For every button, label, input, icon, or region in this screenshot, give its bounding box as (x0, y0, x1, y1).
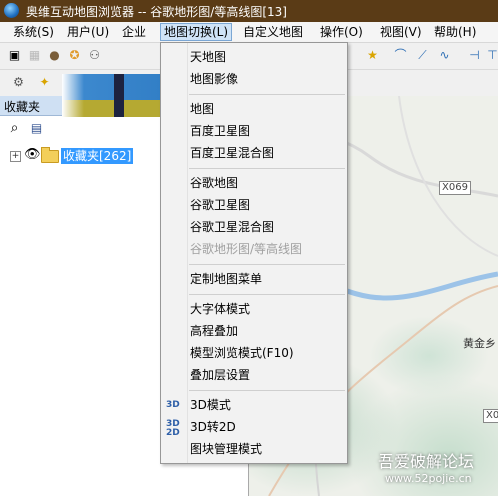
favorite-icon[interactable]: ✪ (66, 47, 83, 64)
organize-icon[interactable]: ▤ (28, 120, 45, 137)
curve-icon[interactable]: ∿ (436, 47, 453, 64)
window-title: 奥维互动地图浏览器 -- 谷歌地形图/等高线图[13] (26, 5, 287, 19)
menu-item-google-satellite[interactable]: 谷歌卫星图 (190, 195, 250, 215)
group-icon[interactable]: ⚇ (86, 47, 103, 64)
favorites-panel-title: 收藏夹 (4, 100, 41, 114)
disabled-tool-icon[interactable]: ▦ (26, 47, 43, 64)
favorites-tree-label[interactable]: 收藏夹[262] (61, 148, 134, 164)
watermark-url: www.52pojie.cn (385, 472, 472, 485)
settings-gear-icon[interactable]: ⚙ (10, 74, 27, 91)
menu-item-tianditu[interactable]: 天地图 (190, 47, 226, 67)
road-label-x069: X069 (439, 181, 471, 195)
menu-item-google-hybrid[interactable]: 谷歌卫星混合图 (190, 217, 274, 237)
place-label: 黄金乡 (463, 337, 496, 350)
tree-expand-icon[interactable]: + (10, 151, 21, 162)
title-bar: 奥维互动地图浏览器 -- 谷歌地形图/等高线图[13] (0, 0, 498, 22)
watermark-title: 吾爱破解论坛 (378, 452, 475, 471)
menu-item-baidu-hybrid[interactable]: 百度卫星混合图 (190, 143, 274, 163)
menu-item-3d-mode[interactable]: 3D模式 (190, 395, 231, 415)
overlay-banner-fade (62, 74, 84, 117)
menu-help[interactable]: 帮助(H) (431, 24, 479, 40)
menu-map-switch[interactable]: 地图切换(L) (160, 23, 233, 41)
marker-tool-icon[interactable]: ✦ (36, 74, 53, 91)
search-icon[interactable]: ⌕ (6, 120, 23, 137)
toolbar-more-icon[interactable]: ⊤ (484, 47, 498, 64)
polyline-icon[interactable]: ⌒ (392, 47, 409, 64)
user-icon[interactable]: ● (46, 47, 63, 64)
path-icon[interactable]: ⟋ (414, 47, 431, 64)
menu-item-tianditu-imagery[interactable]: 地图影像 (190, 69, 238, 89)
menu-custom-map[interactable]: 自定义地图 (240, 24, 306, 40)
3d-to-2d-icon-bottom: 2D (166, 428, 180, 438)
menu-item-custom-map-menu[interactable]: 定制地图菜单 (190, 269, 262, 289)
menu-item-model-browse[interactable]: 模型浏览模式(F10) (190, 343, 294, 363)
menu-separator (189, 294, 345, 295)
menu-view[interactable]: 视图(V) (377, 24, 425, 40)
menu-separator (189, 390, 345, 391)
menu-item-tile-manager[interactable]: 图块管理模式 (190, 439, 262, 459)
menu-bar: 系统(S) 用户(U) 企业 地图切换(L) 自定义地图 操作(O) 视图(V)… (0, 22, 498, 43)
menu-item-google-map[interactable]: 谷歌地图 (190, 173, 238, 193)
menu-item-large-font[interactable]: 大字体模式 (190, 299, 250, 319)
3d-mode-icon: 3D (166, 400, 180, 410)
map-switch-dropdown: 天地图 地图影像 地图 百度卫星图 百度卫星混合图 谷歌地图 谷歌卫星图 谷歌卫… (160, 42, 348, 464)
menu-separator (189, 94, 345, 95)
menu-separator (189, 264, 345, 265)
menu-operation[interactable]: 操作(O) (317, 24, 366, 40)
measure-icon[interactable]: ⊣ (466, 47, 483, 64)
menu-item-elevation-overlay[interactable]: 高程叠加 (190, 321, 238, 341)
menu-item-baidu-map[interactable]: 地图 (190, 99, 214, 119)
menu-item-overlay-settings[interactable]: 叠加层设置 (190, 365, 250, 385)
road-label-x0: X0 (483, 409, 498, 423)
overlay-banner-divider (114, 74, 124, 117)
save-icon[interactable]: ▣ (6, 47, 23, 64)
menu-item-baidu-satellite[interactable]: 百度卫星图 (190, 121, 250, 141)
menu-enterprise[interactable]: 企业 (119, 24, 149, 40)
menu-system[interactable]: 系统(S) (10, 24, 57, 40)
menu-item-3d-to-2d[interactable]: 3D转2D (190, 417, 236, 437)
menu-separator (189, 168, 345, 169)
folder-icon (41, 147, 59, 163)
app-logo-icon (4, 3, 19, 18)
star-add-icon[interactable]: ★ (364, 47, 381, 64)
menu-user[interactable]: 用户(U) (64, 24, 112, 40)
menu-item-google-terrain: 谷歌地形图/等高线图 (190, 242, 303, 256)
visibility-eye-icon[interactable]: 👁 (24, 147, 41, 162)
